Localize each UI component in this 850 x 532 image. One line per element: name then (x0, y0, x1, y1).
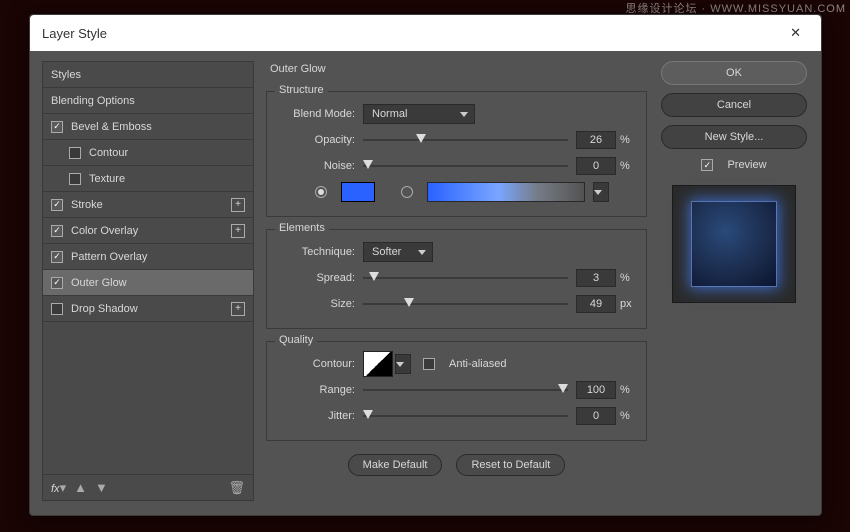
fx-menu-icon[interactable]: fx▾ (51, 480, 66, 496)
opacity-input[interactable]: 26 (576, 131, 616, 149)
make-default-button[interactable]: Make Default (348, 454, 443, 476)
noise-label: Noise: (277, 160, 363, 172)
gradient-swatch[interactable] (427, 182, 585, 202)
layer-style-dialog: Layer Style ✕ Styles Blending Options Be… (29, 14, 822, 516)
sidebar-item-pattern-overlay[interactable]: Pattern Overlay (43, 244, 253, 270)
size-label: Size: (277, 298, 363, 310)
contour-picker[interactable] (363, 351, 393, 377)
spread-slider[interactable] (363, 268, 568, 288)
sidebar-item-texture[interactable]: Texture (43, 166, 253, 192)
move-down-icon[interactable]: ▼ (95, 480, 108, 495)
noise-input[interactable]: 0 (576, 157, 616, 175)
settings-panel: Outer Glow Structure Blend Mode: Normal … (266, 61, 647, 501)
cancel-button[interactable]: Cancel (661, 93, 807, 117)
titlebar: Layer Style ✕ (30, 15, 821, 51)
size-slider[interactable] (363, 294, 568, 314)
preview-checkbox[interactable] (701, 159, 713, 171)
blend-mode-label: Blend Mode: (277, 108, 363, 120)
jitter-slider[interactable] (363, 406, 568, 426)
anti-aliased-checkbox[interactable] (423, 358, 435, 370)
sidebar-item-stroke[interactable]: Stroke+ (43, 192, 253, 218)
opacity-unit: % (616, 134, 636, 146)
sidebar-item-drop-shadow[interactable]: Drop Shadow+ (43, 296, 253, 322)
opacity-slider[interactable] (363, 130, 568, 150)
checkbox-bevel[interactable] (51, 121, 63, 133)
noise-unit: % (616, 160, 636, 172)
quality-legend: Quality (275, 334, 317, 346)
spread-input[interactable]: 3 (576, 269, 616, 287)
size-input[interactable]: 49 (576, 295, 616, 313)
sidebar-item-contour[interactable]: Contour (43, 140, 253, 166)
action-column: OK Cancel New Style... Preview (659, 61, 809, 501)
checkbox-pattern-overlay[interactable] (51, 251, 63, 263)
preview-swatch (691, 201, 777, 287)
elements-group: Elements Technique: Softer Spread: 3 % S… (266, 229, 647, 329)
size-unit: px (616, 298, 636, 310)
sidebar-item-bevel-emboss[interactable]: Bevel & Emboss (43, 114, 253, 140)
new-style-button[interactable]: New Style... (661, 125, 807, 149)
jitter-input[interactable]: 0 (576, 407, 616, 425)
close-button[interactable]: ✕ (782, 21, 809, 45)
spread-unit: % (616, 272, 636, 284)
add-stroke-icon[interactable]: + (231, 198, 245, 212)
preview-label: Preview (727, 159, 766, 171)
range-unit: % (616, 384, 636, 396)
technique-label: Technique: (277, 246, 363, 258)
add-color-overlay-icon[interactable]: + (231, 224, 245, 238)
range-slider[interactable] (363, 380, 568, 400)
sidebar-spacer (43, 322, 253, 474)
anti-aliased-label: Anti-aliased (449, 358, 506, 370)
checkbox-color-overlay[interactable] (51, 225, 63, 237)
move-up-icon[interactable]: ▲ (74, 480, 87, 495)
gradient-radio[interactable] (401, 186, 413, 198)
elements-legend: Elements (275, 222, 329, 234)
trash-icon[interactable]: 🗑 (228, 480, 245, 496)
checkbox-stroke[interactable] (51, 199, 63, 211)
sidebar-item-styles[interactable]: Styles (43, 62, 253, 88)
structure-legend: Structure (275, 84, 328, 96)
contour-label: Contour: (277, 358, 363, 370)
sidebar-item-outer-glow[interactable]: Outer Glow (43, 270, 253, 296)
dialog-title: Layer Style (42, 26, 107, 41)
sidebar-footer: fx▾ ▲ ▼ 🗑 (43, 474, 253, 500)
panel-title: Outer Glow (266, 61, 647, 79)
add-drop-shadow-icon[interactable]: + (231, 302, 245, 316)
styles-sidebar: Styles Blending Options Bevel & Emboss C… (42, 61, 254, 501)
sidebar-item-blending-options[interactable]: Blending Options (43, 88, 253, 114)
checkbox-outer-glow[interactable] (51, 277, 63, 289)
blend-mode-dropdown[interactable]: Normal (363, 104, 475, 124)
range-input[interactable]: 100 (576, 381, 616, 399)
technique-dropdown[interactable]: Softer (363, 242, 433, 262)
noise-slider[interactable] (363, 156, 568, 176)
jitter-unit: % (616, 410, 636, 422)
checkbox-texture[interactable] (69, 173, 81, 185)
color-swatch[interactable] (341, 182, 375, 202)
checkbox-contour[interactable] (69, 147, 81, 159)
opacity-label: Opacity: (277, 134, 363, 146)
spread-label: Spread: (277, 272, 363, 284)
contour-dropdown[interactable] (395, 354, 411, 374)
ok-button[interactable]: OK (661, 61, 807, 85)
checkbox-drop-shadow[interactable] (51, 303, 63, 315)
color-radio[interactable] (315, 186, 327, 198)
sidebar-item-color-overlay[interactable]: Color Overlay+ (43, 218, 253, 244)
gradient-dropdown[interactable] (593, 182, 609, 202)
jitter-label: Jitter: (277, 410, 363, 422)
reset-default-button[interactable]: Reset to Default (456, 454, 565, 476)
structure-group: Structure Blend Mode: Normal Opacity: 26… (266, 91, 647, 217)
preview-box (672, 185, 796, 303)
quality-group: Quality Contour: Anti-aliased Range: 100… (266, 341, 647, 441)
range-label: Range: (277, 384, 363, 396)
